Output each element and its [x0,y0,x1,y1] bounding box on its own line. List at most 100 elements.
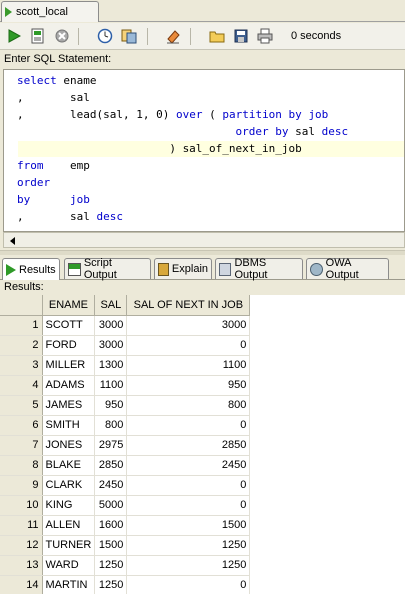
tab-script-output[interactable]: Script Output [64,257,151,281]
editor-horizontal-scrollbar[interactable] [3,232,405,248]
table-row[interactable]: 2 FORD 3000 0 [0,335,251,356]
cell-sal-of-next-in-job[interactable]: 0 [126,495,251,516]
cancel-button[interactable] [53,27,71,45]
column-header-sal-of-next-in-job[interactable]: SAL OF NEXT IN JOB [126,295,251,316]
row-number[interactable]: 10 [0,495,43,516]
cell-ename[interactable]: ADAMS [42,375,96,396]
connection-tab[interactable]: scott_local [1,1,99,22]
cell-ename[interactable]: SCOTT [42,315,96,336]
cell-ename[interactable]: MARTIN [42,575,96,594]
cell-sal[interactable]: 1100 [94,375,128,396]
run-statement-button[interactable] [5,27,23,45]
cell-sal-of-next-in-job[interactable]: 3000 [126,315,251,336]
cell-sal-of-next-in-job[interactable]: 1250 [126,555,251,576]
tab-dbms-output[interactable]: DBMS Output [215,257,303,281]
sql-text: , lead(sal, 1, 0) [17,108,176,121]
cell-ename[interactable]: WARD [42,555,96,576]
cell-sal[interactable]: 1600 [94,515,128,536]
row-number[interactable]: 5 [0,395,43,416]
row-number[interactable]: 9 [0,475,43,496]
tab-results[interactable]: Results [2,258,60,280]
table-row[interactable]: 4 ADAMS 1100 950 [0,375,251,396]
cell-ename[interactable]: CLARK [42,475,96,496]
cell-sal[interactable]: 2850 [94,455,128,476]
cell-sal[interactable]: 3000 [94,335,128,356]
cell-ename[interactable]: JAMES [42,395,96,416]
sql-text: ( [202,108,223,121]
table-row[interactable]: 9 CLARK 2450 0 [0,475,251,496]
cell-sal[interactable]: 800 [94,415,128,436]
row-number[interactable]: 12 [0,535,43,556]
cancel-icon [55,29,69,43]
cell-ename[interactable]: JONES [42,435,96,456]
sql-keyword: desc [96,210,123,223]
save-button[interactable] [232,27,250,45]
tab-owa-output-label: OWA Output [325,257,359,281]
table-row[interactable]: 11 ALLEN 1600 1500 [0,515,251,536]
open-file-button[interactable] [208,27,226,45]
row-number[interactable]: 4 [0,375,43,396]
cell-sal-of-next-in-job[interactable]: 800 [126,395,251,416]
cell-sal[interactable]: 1500 [94,535,128,556]
cell-sal[interactable]: 5000 [94,495,128,516]
row-number[interactable]: 14 [0,575,43,594]
cell-ename[interactable]: SMITH [42,415,96,436]
row-number[interactable]: 2 [0,335,43,356]
row-number[interactable]: 7 [0,435,43,456]
cell-sal[interactable]: 2975 [94,435,128,456]
table-row[interactable]: 10 KING 5000 0 [0,495,251,516]
cell-sal-of-next-in-job[interactable]: 0 [126,475,251,496]
row-number[interactable]: 6 [0,415,43,436]
cell-sal[interactable]: 1250 [94,575,128,594]
column-header-ename[interactable]: ENAME [42,295,96,316]
table-row[interactable]: 12 TURNER 1500 1250 [0,535,251,556]
pane-splitter[interactable] [0,250,405,255]
autotrace-button[interactable] [96,27,114,45]
tab-owa-output[interactable]: OWA Output [306,257,389,281]
scroll-left-button[interactable] [6,236,18,246]
table-row[interactable]: 5 JAMES 950 800 [0,395,251,416]
cell-ename[interactable]: KING [42,495,96,516]
cell-sal-of-next-in-job[interactable]: 1100 [126,355,251,376]
run-script-button[interactable] [29,27,47,45]
cell-sal-of-next-in-job[interactable]: 950 [126,375,251,396]
eraser-icon [167,30,180,44]
table-row[interactable]: 13 WARD 1250 1250 [0,555,251,576]
tab-explain[interactable]: Explain [154,258,212,279]
table-row[interactable]: 7 JONES 2975 2850 [0,435,251,456]
grid-header-row: ENAME SAL SAL OF NEXT IN JOB [0,295,251,316]
cell-sal-of-next-in-job[interactable]: 2850 [126,435,251,456]
table-row[interactable]: 14 MARTIN 1250 0 [0,575,251,594]
cell-sal-of-next-in-job[interactable]: 1500 [126,515,251,536]
cell-ename[interactable]: FORD [42,335,96,356]
print-button[interactable] [256,27,274,45]
table-row[interactable]: 8 BLAKE 2850 2450 [0,455,251,476]
cell-ename[interactable]: TURNER [42,535,96,556]
cell-sal[interactable]: 950 [94,395,128,416]
cell-sal[interactable]: 1250 [94,555,128,576]
cell-ename[interactable]: MILLER [42,355,96,376]
row-number[interactable]: 3 [0,355,43,376]
results-label: Results: [4,281,44,293]
table-row[interactable]: 1 SCOTT 3000 3000 [0,315,251,336]
explain-plan-button[interactable] [120,27,138,45]
table-row[interactable]: 3 MILLER 1300 1100 [0,355,251,376]
cell-sal-of-next-in-job[interactable]: 0 [126,415,251,436]
table-row[interactable]: 6 SMITH 800 0 [0,415,251,436]
cell-sal[interactable]: 2450 [94,475,128,496]
column-header-sal[interactable]: SAL [94,295,128,316]
cell-sal[interactable]: 1300 [94,355,128,376]
cell-sal[interactable]: 3000 [94,315,128,336]
row-number[interactable]: 11 [0,515,43,536]
row-number[interactable]: 1 [0,315,43,336]
cell-sal-of-next-in-job[interactable]: 2450 [126,455,251,476]
row-number[interactable]: 8 [0,455,43,476]
cell-sal-of-next-in-job[interactable]: 1250 [126,535,251,556]
cell-sal-of-next-in-job[interactable]: 0 [126,335,251,356]
cell-ename[interactable]: BLAKE [42,455,96,476]
sql-editor[interactable]: select ename , sal , lead(sal, 1, 0) over … [3,69,405,232]
cell-sal-of-next-in-job[interactable]: 0 [126,575,251,594]
clear-button[interactable] [164,27,182,45]
row-number[interactable]: 13 [0,555,43,576]
cell-ename[interactable]: ALLEN [42,515,96,536]
